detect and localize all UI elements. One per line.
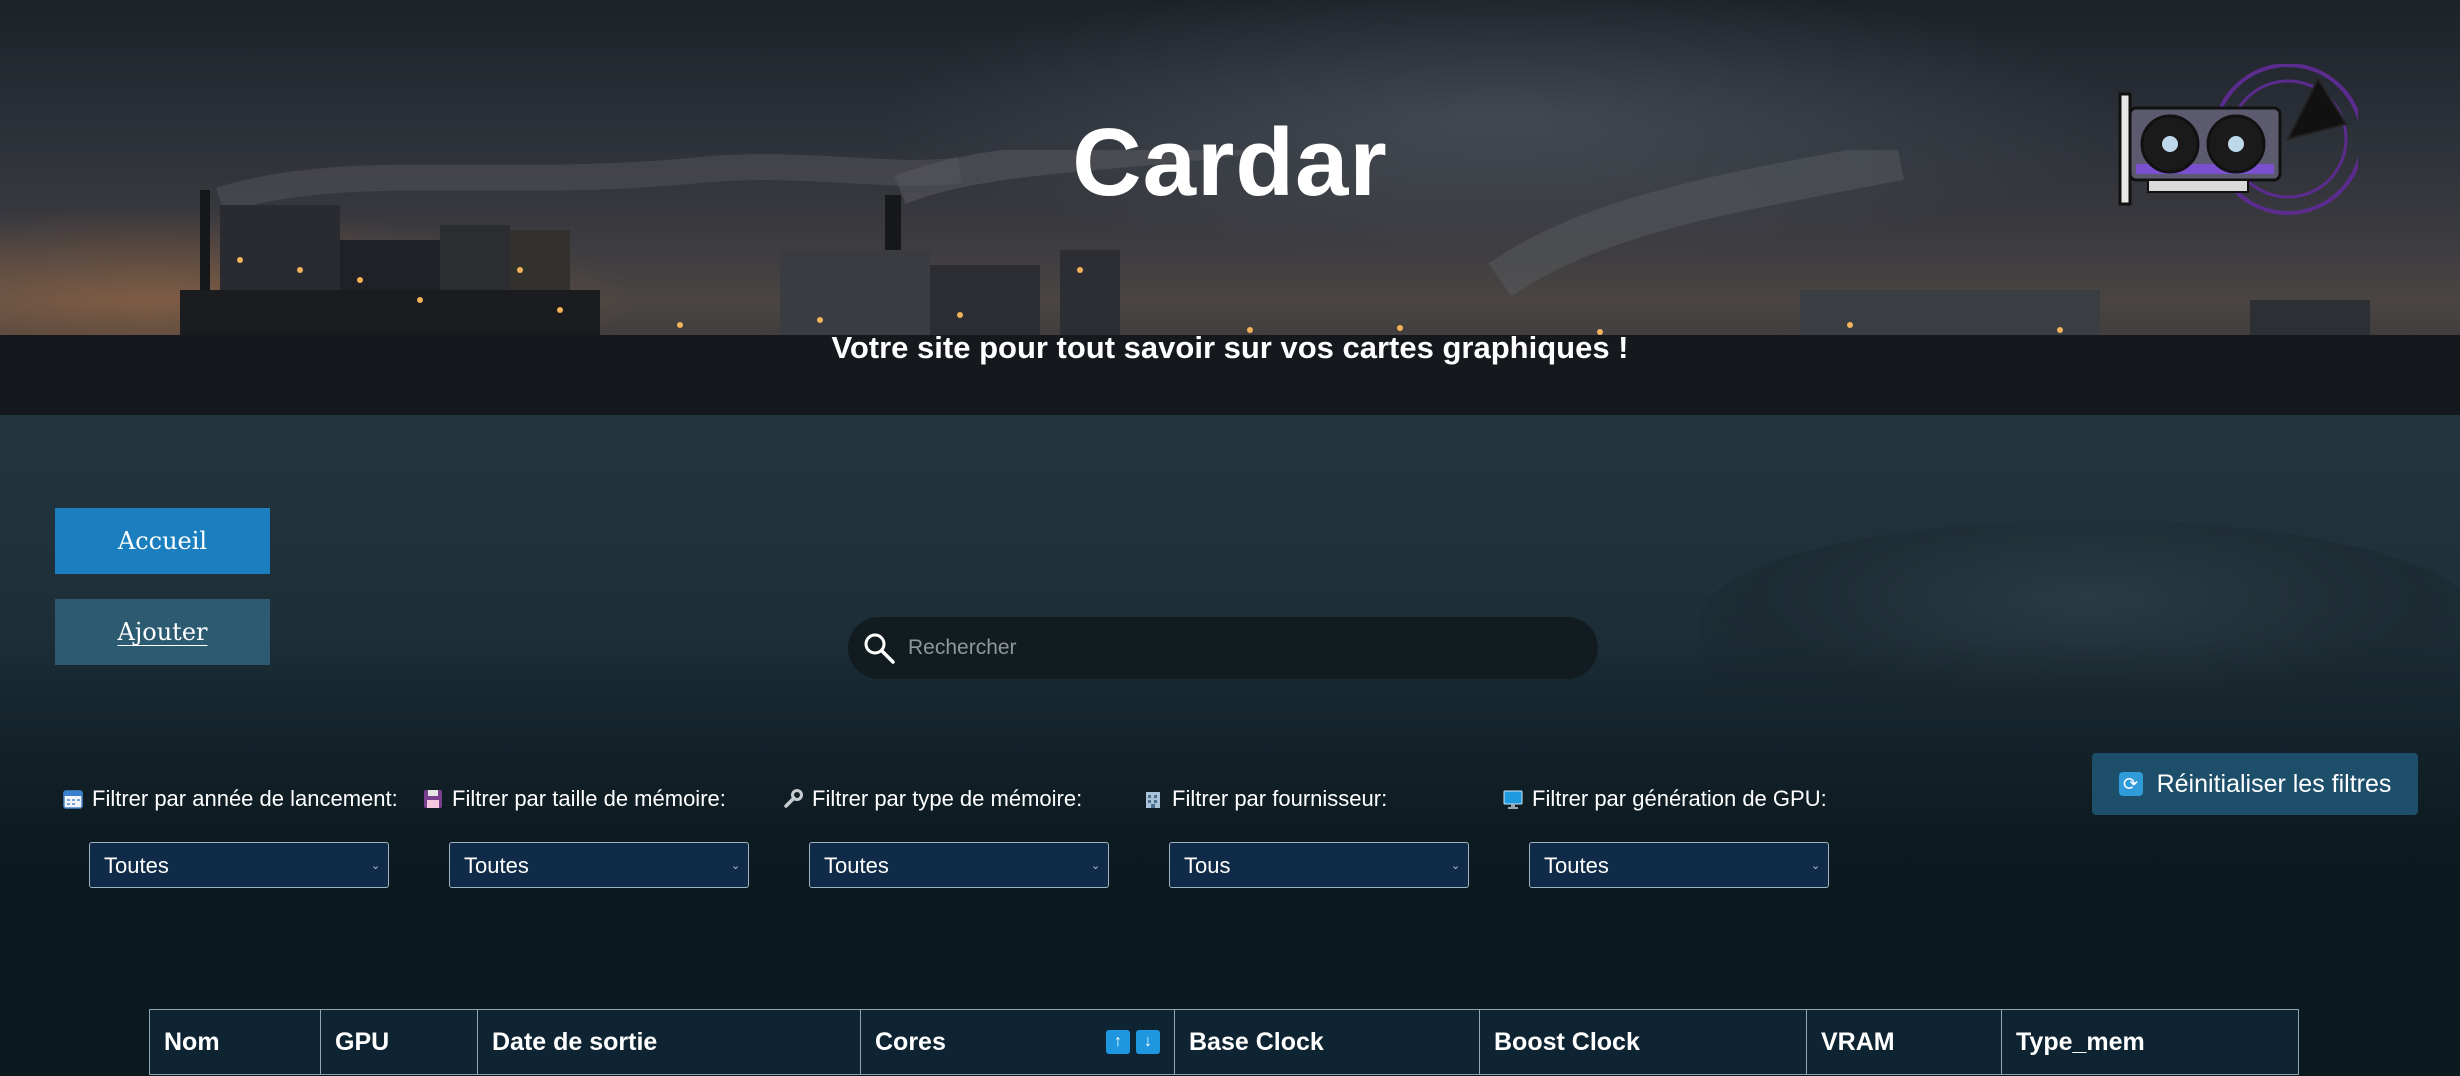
search-bar[interactable] bbox=[848, 617, 1598, 679]
column-header-cores-label: Cores bbox=[875, 1027, 946, 1056]
filter-memory-size-label: Filtrer par taille de mémoire: bbox=[422, 786, 726, 812]
sort-controls: ↑ ↓ bbox=[1106, 1029, 1160, 1054]
filter-provider-label: Filtrer par fournisseur: bbox=[1142, 786, 1387, 812]
column-header-vram[interactable]: VRAM bbox=[1806, 1009, 2002, 1075]
arrow-up-icon[interactable]: ↑ bbox=[1106, 1029, 1130, 1054]
filter-year-select[interactable]: Toutes bbox=[89, 842, 389, 888]
wrench-icon bbox=[784, 789, 803, 808]
column-header-release-date[interactable]: Date de sortie bbox=[477, 1009, 861, 1075]
filter-memory-type-select[interactable]: Toutes bbox=[809, 842, 1109, 888]
calendar-icon bbox=[63, 790, 83, 809]
search-icon bbox=[864, 633, 895, 664]
gpu-table: Nom GPU Date de sortie Cores ↑ ↓ Base Cl… bbox=[149, 1009, 2299, 1075]
column-header-cores[interactable]: Cores ↑ ↓ bbox=[860, 1009, 1175, 1075]
table-header-row: Nom GPU Date de sortie Cores ↑ ↓ Base Cl… bbox=[149, 1009, 2299, 1075]
filter-memory-type-label: Filtrer par type de mémoire: bbox=[782, 786, 1082, 812]
filter-provider-select[interactable]: Tous bbox=[1169, 842, 1469, 888]
gpu-card-icon bbox=[2118, 64, 2358, 215]
column-header-memory-type[interactable]: Type_mem bbox=[2001, 1009, 2299, 1075]
arrow-down-icon[interactable]: ↓ bbox=[1136, 1029, 1160, 1054]
column-header-gpu[interactable]: GPU bbox=[320, 1009, 478, 1075]
filter-memory-size-select[interactable]: Toutes bbox=[449, 842, 749, 888]
column-header-boost-clock[interactable]: Boost Clock bbox=[1479, 1009, 1807, 1075]
search-input[interactable] bbox=[906, 635, 1550, 661]
add-button[interactable]: Ajouter bbox=[55, 599, 270, 665]
reset-filters-label: Réinitialiser les filtres bbox=[2156, 769, 2392, 798]
column-header-base-clock[interactable]: Base Clock bbox=[1174, 1009, 1480, 1075]
building-icon bbox=[1146, 792, 1160, 808]
refresh-icon: ⟳ bbox=[2118, 772, 2143, 796]
filter-gpu-generation-label: Filtrer par génération de GPU: bbox=[1502, 786, 1827, 812]
site-title: Cardar bbox=[1072, 109, 1388, 216]
home-button[interactable]: Accueil bbox=[55, 508, 270, 574]
filter-year-label: Filtrer par année de lancement: bbox=[62, 786, 398, 812]
floppy-disk-icon bbox=[424, 790, 442, 808]
column-header-name[interactable]: Nom bbox=[149, 1009, 321, 1075]
tagline: Votre site pour tout savoir sur vos cart… bbox=[831, 330, 1629, 365]
filter-gpu-generation-select[interactable]: Toutes bbox=[1529, 842, 1829, 888]
monitor-icon bbox=[1503, 790, 1523, 809]
reset-filters-button[interactable]: ⟳ Réinitialiser les filtres bbox=[2092, 753, 2418, 815]
